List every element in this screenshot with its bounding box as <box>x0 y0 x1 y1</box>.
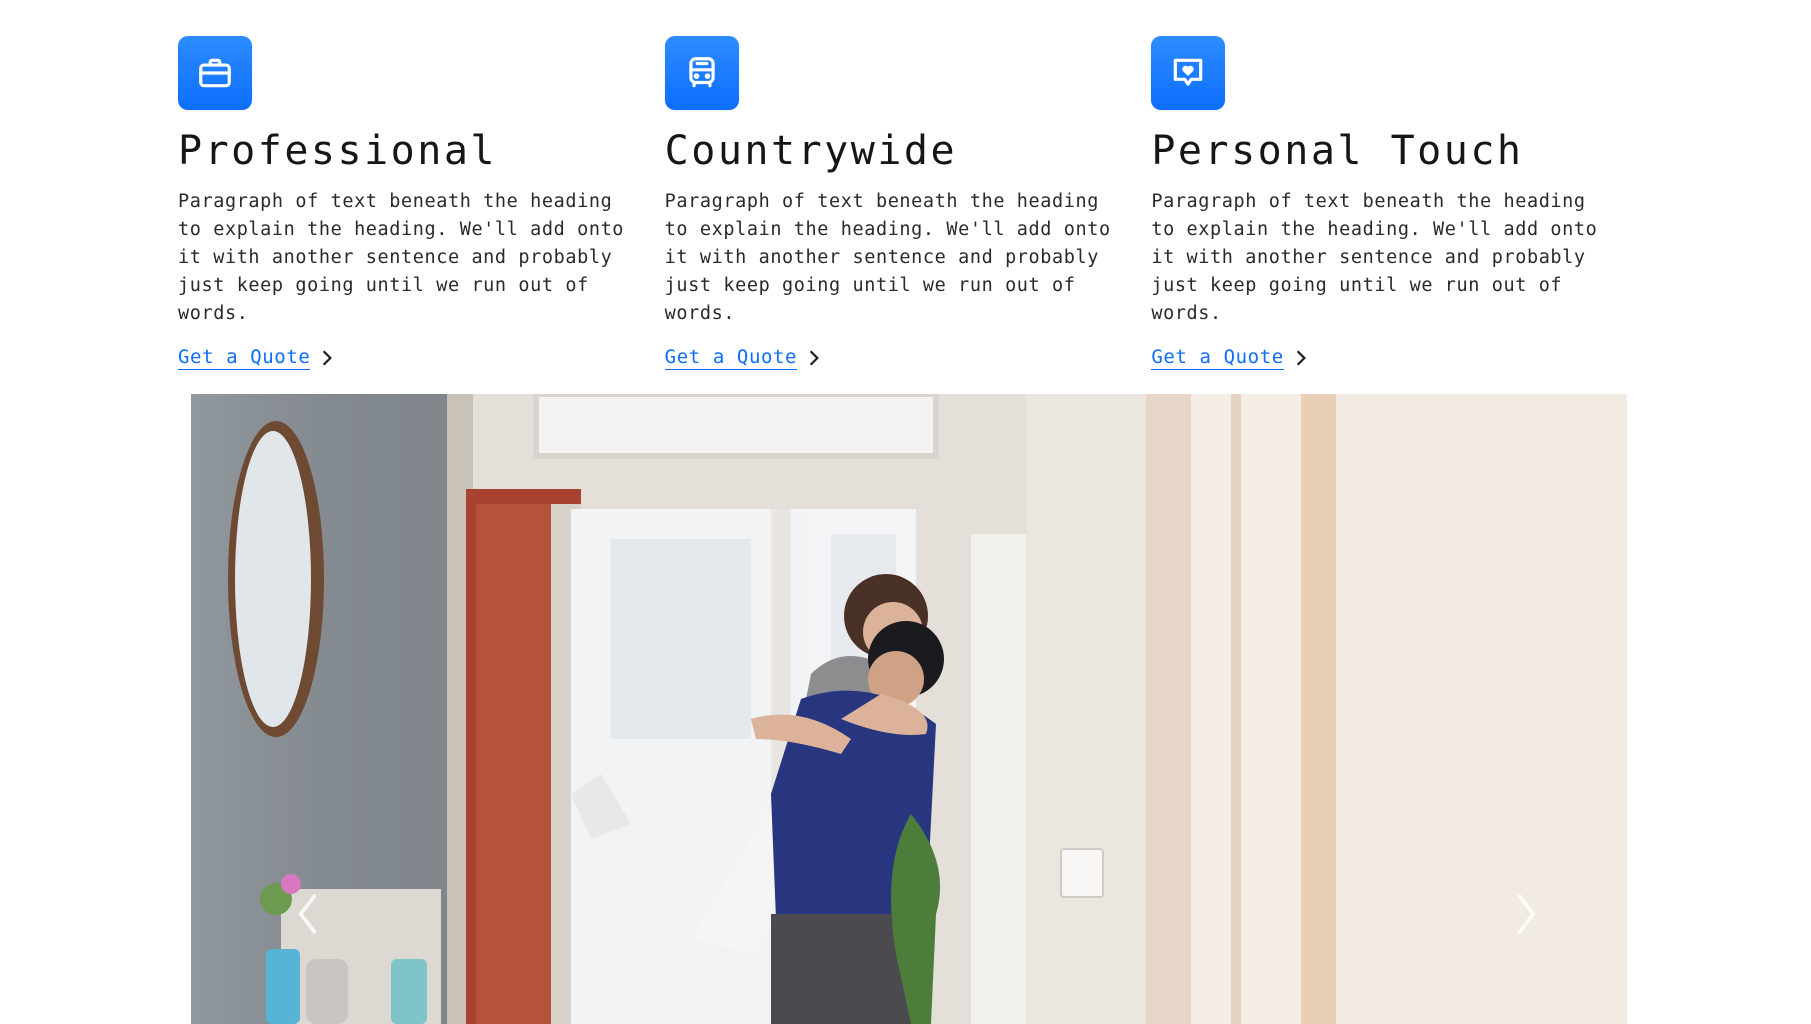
link-label: Get a Quote <box>1151 346 1284 370</box>
get-a-quote-link[interactable]: Get a Quote <box>178 346 334 370</box>
image-carousel[interactable] <box>191 394 1627 1024</box>
get-a-quote-link[interactable]: Get a Quote <box>1151 346 1307 370</box>
link-label: Get a Quote <box>178 346 311 370</box>
couple-embracing-photo <box>191 394 1627 1024</box>
link-label: Get a Quote <box>664 346 798 370</box>
heart-chat-icon <box>1151 36 1226 110</box>
feature-description: Paragraph of text beneath the heading to… <box>1151 191 1598 324</box>
briefcase-icon <box>178 36 252 110</box>
feature-title: Personal Touch <box>1151 128 1524 174</box>
feature-personal-touch: Personal Touch Paragraph of text beneath… <box>1151 36 1638 370</box>
chevron-right-icon <box>809 350 820 366</box>
get-a-quote-link[interactable]: Get a Quote <box>664 346 821 370</box>
feature-professional: Professional Paragraph of text beneath t… <box>178 36 665 370</box>
chevron-right-icon <box>1517 893 1536 935</box>
feature-description: Paragraph of text beneath the heading to… <box>664 191 1111 324</box>
feature-title: Countrywide <box>664 128 958 174</box>
chevron-left-icon <box>298 893 317 935</box>
bus-icon <box>664 36 739 110</box>
feature-countrywide: Countrywide Paragraph of text beneath th… <box>664 36 1152 370</box>
chevron-right-icon <box>1296 350 1306 366</box>
carousel-prev-button[interactable] <box>286 874 330 954</box>
features-section: Professional Paragraph of text beneath t… <box>178 36 1638 370</box>
carousel-next-button[interactable] <box>1504 874 1548 954</box>
feature-title: Professional <box>178 128 497 174</box>
feature-description: Paragraph of text beneath the heading to… <box>178 191 625 324</box>
chevron-right-icon <box>323 350 333 366</box>
